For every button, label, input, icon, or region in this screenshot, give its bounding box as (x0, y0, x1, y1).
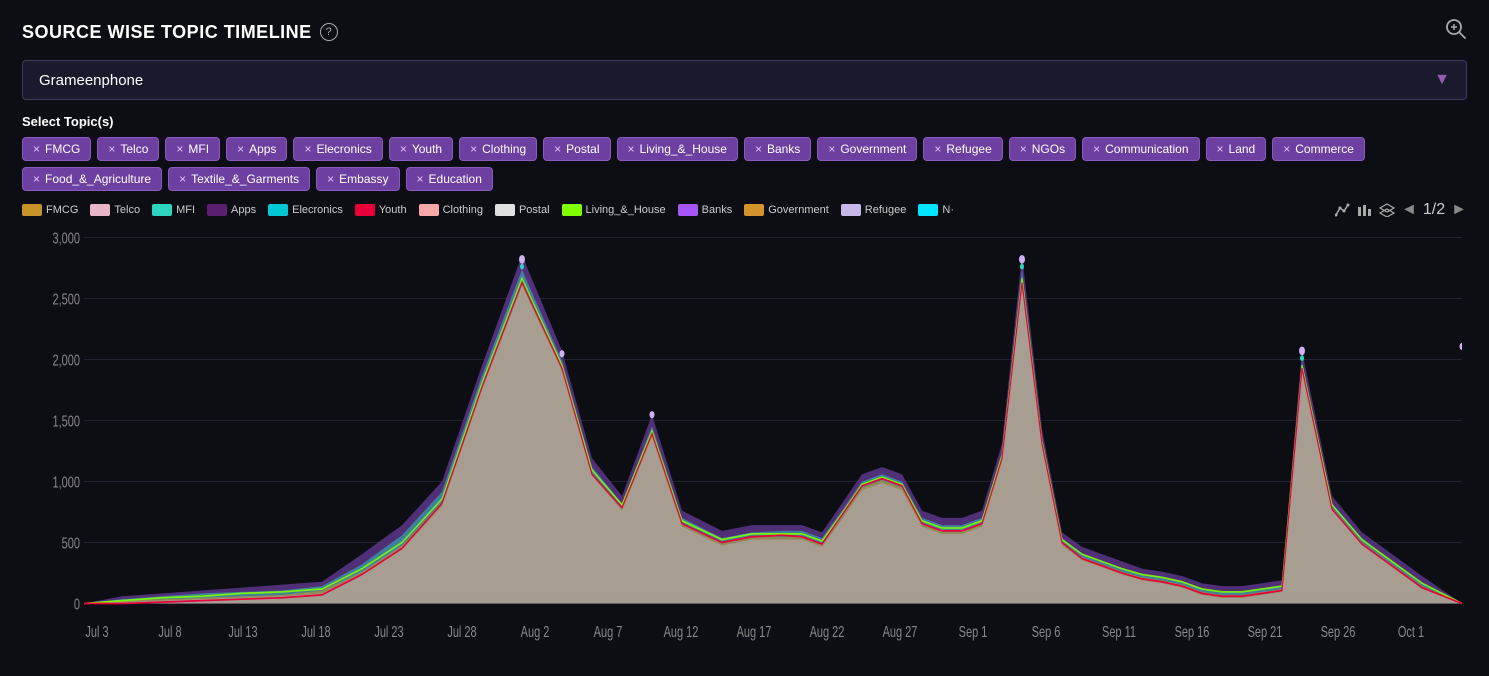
chart-wrapper: 3,000 2,500 2,000 1,500 1,000 500 0 (22, 223, 1467, 666)
legend-telco: Telco (90, 204, 140, 216)
svg-text:Aug 2: Aug 2 (521, 623, 550, 640)
svg-text:Jul 23: Jul 23 (374, 623, 404, 640)
chart-dots-teal (520, 264, 1304, 361)
svg-text:2,500: 2,500 (52, 290, 80, 307)
page-indicator: 1/2 (1423, 201, 1445, 219)
topic-tag-apps[interactable]: ×Apps (226, 137, 287, 161)
legend-dot-banks (678, 204, 698, 216)
topic-tag-banks[interactable]: ×Banks (744, 137, 811, 161)
svg-text:3,000: 3,000 (52, 229, 80, 246)
legend-dot-apps (207, 204, 227, 216)
topic-tag-postal[interactable]: ×Postal (543, 137, 610, 161)
svg-text:2,000: 2,000 (52, 351, 80, 368)
topic-tag-land[interactable]: ×Land (1206, 137, 1267, 161)
legend-dot-n (918, 204, 938, 216)
topic-tag-textile-garments[interactable]: ×Textile_&_Garments (168, 167, 310, 191)
topic-tag-clothing[interactable]: ×Clothing (459, 137, 537, 161)
timeline-chart[interactable]: 3,000 2,500 2,000 1,500 1,000 500 0 (22, 223, 1467, 666)
layers-icon[interactable] (1379, 203, 1395, 217)
legend-apps: Apps (207, 204, 256, 216)
legend-government: Government (744, 204, 829, 216)
legend-dot-elecronics (268, 204, 288, 216)
legend-n: N· (918, 204, 954, 216)
svg-text:Aug 7: Aug 7 (594, 623, 623, 640)
legend-postal: Postal (495, 204, 550, 216)
svg-text:Sep 6: Sep 6 (1032, 623, 1061, 640)
legend-row: FMCG Telco MFI Apps Elecronics Youth Clo… (22, 201, 1467, 219)
svg-text:1,000: 1,000 (52, 473, 80, 490)
legend-banks: Banks (678, 204, 733, 216)
svg-text:Sep 21: Sep 21 (1248, 623, 1283, 640)
next-page-arrow[interactable]: ► (1451, 201, 1467, 219)
topic-tag-elecronics[interactable]: ×Elecronics (293, 137, 382, 161)
topic-tag-commerce[interactable]: ×Commerce (1272, 137, 1365, 161)
svg-text:Aug 22: Aug 22 (810, 623, 845, 640)
legend-clothing: Clothing (419, 204, 483, 216)
dropdown-arrow-icon: ▼ (1434, 71, 1450, 89)
bar-chart-icon[interactable] (1357, 203, 1373, 217)
x-axis: Jul 3 Jul 8 Jul 13 Jul 18 Jul 23 Jul 28 … (85, 623, 1424, 640)
topic-tag-ngos[interactable]: ×NGOs (1009, 137, 1076, 161)
svg-text:1,500: 1,500 (52, 412, 80, 429)
legend-youth: Youth (355, 204, 407, 216)
main-container: SOURCE WISE TOPIC TIMELINE ? Grameenphon… (0, 0, 1489, 676)
legend-dot-government (744, 204, 764, 216)
topic-tag-fmcg[interactable]: ×FMCG (22, 137, 91, 161)
topic-tag-mfi[interactable]: ×MFI (165, 137, 220, 161)
legend-elecronics: Elecronics (268, 204, 343, 216)
topic-tag-embassy[interactable]: ×Embassy (316, 167, 399, 191)
legend-dot-refugee (841, 204, 861, 216)
svg-text:Aug 17: Aug 17 (737, 623, 772, 640)
legend-fmcg: FMCG (22, 204, 78, 216)
svg-text:0: 0 (74, 595, 80, 612)
legend-controls: ◄ 1/2 ► (1335, 201, 1467, 219)
svg-text:Jul 8: Jul 8 (158, 623, 182, 640)
svg-text:Sep 1: Sep 1 (959, 623, 988, 640)
legend-dot-mfi (152, 204, 172, 216)
topic-tag-living-house[interactable]: ×Living_&_House (617, 137, 738, 161)
topic-tag-communication[interactable]: ×Communication (1082, 137, 1199, 161)
legend-refugee: Refugee (841, 204, 907, 216)
svg-text:Jul 3: Jul 3 (85, 623, 109, 640)
page-title: SOURCE WISE TOPIC TIMELINE (22, 22, 312, 43)
zoom-icon[interactable] (1445, 18, 1467, 46)
legend-dot-telco (90, 204, 110, 216)
source-dropdown-wrapper: Grameenphone ▼ (22, 60, 1467, 100)
topics-container: ×FMCG ×Telco ×MFI ×Apps ×Elecronics ×You… (22, 137, 1467, 191)
legend-dot-clothing (419, 204, 439, 216)
svg-text:Aug 12: Aug 12 (664, 623, 699, 640)
info-icon[interactable]: ? (320, 23, 338, 41)
svg-text:Jul 28: Jul 28 (447, 623, 477, 640)
topic-tag-youth[interactable]: ×Youth (389, 137, 453, 161)
svg-text:Aug 27: Aug 27 (883, 623, 918, 640)
chart-pink-layer (84, 285, 1462, 603)
svg-text:Sep 26: Sep 26 (1321, 623, 1356, 640)
legend-dot-living-house (562, 204, 582, 216)
topic-tag-government[interactable]: ×Government (817, 137, 917, 161)
source-dropdown[interactable]: Grameenphone ▼ (22, 60, 1467, 100)
svg-text:Jul 13: Jul 13 (228, 623, 258, 640)
title-area: SOURCE WISE TOPIC TIMELINE ? (22, 22, 338, 43)
svg-text:Sep 16: Sep 16 (1175, 623, 1210, 640)
svg-text:500: 500 (62, 534, 81, 551)
select-topic-label: Select Topic(s) (22, 114, 1467, 129)
topic-tag-education[interactable]: ×Education (406, 167, 493, 191)
dropdown-value: Grameenphone (39, 72, 143, 89)
legend-dot-youth (355, 204, 375, 216)
topic-tag-refugee[interactable]: ×Refugee (923, 137, 1002, 161)
prev-page-arrow[interactable]: ◄ (1401, 201, 1417, 219)
legend-dot-postal (495, 204, 515, 216)
header-row: SOURCE WISE TOPIC TIMELINE ? (22, 18, 1467, 46)
legend-mfi: MFI (152, 204, 195, 216)
chart-dots (519, 255, 1465, 418)
svg-text:Jul 18: Jul 18 (301, 623, 331, 640)
legend-living-house: Living_&_House (562, 204, 666, 216)
svg-text:Sep 11: Sep 11 (1102, 623, 1136, 640)
line-chart-icon[interactable] (1335, 203, 1351, 217)
legend-dot-fmcg (22, 204, 42, 216)
topic-tag-food-agriculture[interactable]: ×Food_&_Agriculture (22, 167, 162, 191)
topic-tag-telco[interactable]: ×Telco (97, 137, 159, 161)
svg-text:Oct 1: Oct 1 (1398, 623, 1424, 640)
